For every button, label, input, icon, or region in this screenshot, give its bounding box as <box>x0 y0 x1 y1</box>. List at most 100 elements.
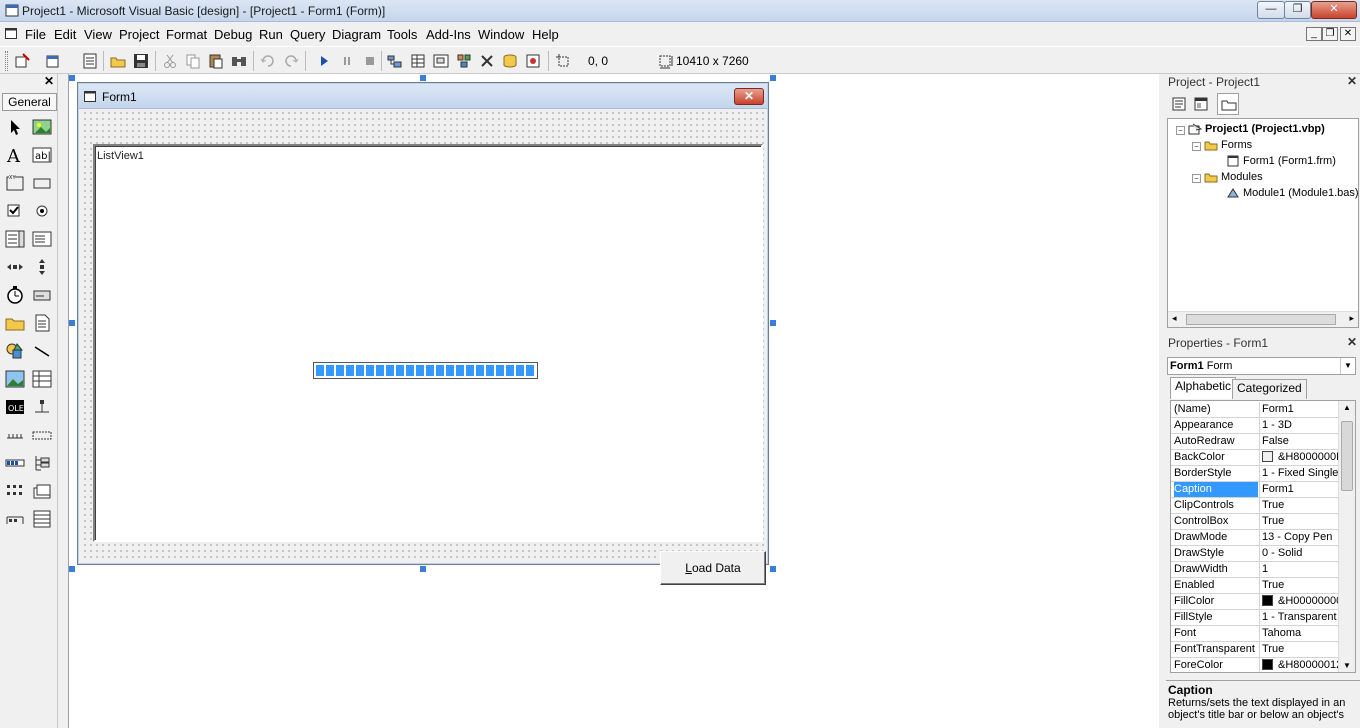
tabstrip-tool-icon[interactable] <box>31 480 53 502</box>
property-grid-vscrollbar[interactable]: ▲ ▼ <box>1338 401 1355 672</box>
toolbar-tool-icon[interactable] <box>4 508 26 530</box>
treeview-tool-icon[interactable] <box>31 452 53 474</box>
undo-icon[interactable] <box>259 52 277 70</box>
tree-item-form1[interactable]: Form1 (Form1.frm) <box>1226 155 1336 167</box>
vscrollbar-tool-icon[interactable] <box>31 256 53 278</box>
redo-icon[interactable] <box>282 52 300 70</box>
tree-collapse-root[interactable]: − <box>1176 126 1185 135</box>
line-tool-icon[interactable] <box>31 340 53 362</box>
end-icon[interactable] <box>361 52 379 70</box>
object-selector[interactable]: Form1 Form ▼ <box>1167 357 1356 375</box>
tree-item-project[interactable]: Project1 (Project1.vbp) <box>1188 123 1325 135</box>
form-document-icon[interactable] <box>5 28 17 39</box>
load-data-button[interactable]: Load Data <box>660 551 766 585</box>
open-folder-icon[interactable] <box>109 52 127 70</box>
image-tool-icon[interactable] <box>4 368 26 390</box>
ole-tool-icon[interactable]: OLE <box>4 396 26 418</box>
property-row[interactable]: DrawStyle 0 - Solid <box>1171 546 1339 562</box>
project-tree[interactable]: − Project1 (Project1.vbp) − Forms Form1 … <box>1167 118 1359 328</box>
mdi-close-button[interactable]: ✕ <box>1340 27 1356 41</box>
property-row[interactable]: ClipControls True <box>1171 498 1339 514</box>
menu-project[interactable]: Project <box>119 27 159 42</box>
commandbutton-tool-icon[interactable] <box>31 172 53 194</box>
properties-pane-close-button[interactable]: ✕ <box>1345 336 1359 350</box>
updown-tool-icon[interactable] <box>31 396 53 418</box>
listview1[interactable]: ListView1 <box>93 144 763 542</box>
menu-debug[interactable]: Debug <box>214 27 252 42</box>
menu-edit[interactable]: Edit <box>54 27 76 42</box>
scroll-up-arrow-icon[interactable]: ▲ <box>1343 403 1351 412</box>
resize-handle-nw[interactable] <box>69 75 75 81</box>
property-value[interactable]: True <box>1259 498 1339 513</box>
form-layout-icon[interactable] <box>432 52 450 70</box>
hscrollbar-tool-icon[interactable] <box>4 256 26 278</box>
imagelist-tool-icon[interactable] <box>31 508 53 530</box>
chevron-down-icon[interactable]: ▼ <box>1340 358 1355 374</box>
property-row[interactable]: BackColor&H8000000F& <box>1171 450 1339 466</box>
properties-window-icon[interactable] <box>409 52 427 70</box>
scroll-left-arrow-icon[interactable]: ◂ <box>1172 313 1177 324</box>
property-value[interactable]: True <box>1259 642 1339 657</box>
property-row[interactable]: DrawWidth 1 <box>1171 562 1339 578</box>
menu-window[interactable]: Window <box>478 27 524 42</box>
tab-alphabetic[interactable]: Alphabetic <box>1170 377 1237 399</box>
menu-format[interactable]: Format <box>166 27 207 42</box>
form1-close-button[interactable]: ✕ <box>734 88 764 105</box>
view-code-icon[interactable] <box>1171 96 1187 112</box>
property-value[interactable]: 13 - Copy Pen <box>1259 530 1339 545</box>
scroll-thumb[interactable] <box>1186 314 1336 325</box>
property-row[interactable]: AutoRedraw False <box>1171 434 1339 450</box>
property-row[interactable]: FillColor&H00000000& <box>1171 594 1339 610</box>
resize-handle-w[interactable] <box>69 320 75 326</box>
menu-file[interactable]: File <box>25 27 46 42</box>
property-row[interactable]: FillStyle 1 - Transparent <box>1171 610 1339 626</box>
tree-collapse-forms[interactable]: − <box>1192 142 1201 151</box>
property-value[interactable]: Tahoma <box>1259 626 1339 641</box>
menu-editor-icon[interactable] <box>81 52 99 70</box>
data-view-icon[interactable] <box>501 52 519 70</box>
toolbox-icon[interactable] <box>478 52 496 70</box>
copy-icon[interactable] <box>184 52 202 70</box>
property-row[interactable]: (Name) Form1 <box>1171 402 1339 418</box>
find-icon[interactable] <box>230 52 248 70</box>
property-value[interactable]: Form1 <box>1259 402 1339 417</box>
toolbox-close-button[interactable]: ✕ <box>42 75 56 88</box>
menu-view[interactable]: View <box>84 27 112 42</box>
property-row[interactable]: Font Tahoma <box>1171 626 1339 642</box>
tree-item-forms[interactable]: Forms <box>1204 139 1252 151</box>
resize-handle-se[interactable] <box>770 566 776 572</box>
property-grid[interactable]: (Name) Form1 Appearance 1 - 3D AutoRedraw F… <box>1170 400 1356 673</box>
cut-icon[interactable] <box>161 52 179 70</box>
listview-tool-icon[interactable] <box>4 480 26 502</box>
pointer-tool-icon[interactable] <box>4 116 26 138</box>
property-value[interactable]: False <box>1259 434 1339 449</box>
toolbar-grip[interactable] <box>5 51 8 71</box>
project-pane-close-button[interactable]: ✕ <box>1345 75 1359 89</box>
property-row[interactable]: FontTransparent True <box>1171 642 1339 658</box>
label-tool-icon[interactable]: A <box>4 144 26 166</box>
resize-handle-s[interactable] <box>420 566 426 572</box>
shape-tool-icon[interactable] <box>4 340 26 362</box>
property-value[interactable]: 1 - 3D <box>1259 418 1339 433</box>
property-value[interactable]: True <box>1259 514 1339 529</box>
property-value[interactable]: 1 - Transparent <box>1259 610 1339 625</box>
frame-tool-icon[interactable]: XY <box>4 172 26 194</box>
progress-bar[interactable] <box>313 362 538 379</box>
project-explorer-icon[interactable] <box>386 52 404 70</box>
filelistbox-tool-icon[interactable] <box>31 312 53 334</box>
menu-diagram[interactable]: Diagram <box>332 27 381 42</box>
scroll-right-arrow-icon[interactable]: ▸ <box>1349 313 1354 324</box>
optionbutton-tool-icon[interactable] <box>31 200 53 222</box>
minimize-button[interactable]: — <box>1257 1 1285 19</box>
maximize-button[interactable]: ❐ <box>1284 1 1311 19</box>
add-form-icon[interactable] <box>44 52 62 70</box>
tree-item-modules[interactable]: Modules <box>1204 171 1263 183</box>
start-icon[interactable] <box>315 52 333 70</box>
menu-tools[interactable]: Tools <box>387 27 417 42</box>
toggle-folders-button[interactable] <box>1217 93 1239 115</box>
mdi-minimize-button[interactable]: _ <box>1306 27 1322 41</box>
tree-item-module1[interactable]: Module1 (Module1.bas) <box>1226 187 1359 199</box>
property-value[interactable]: Form1 <box>1259 482 1339 497</box>
combobox-tool-icon[interactable] <box>4 228 26 250</box>
paste-icon[interactable] <box>207 52 225 70</box>
